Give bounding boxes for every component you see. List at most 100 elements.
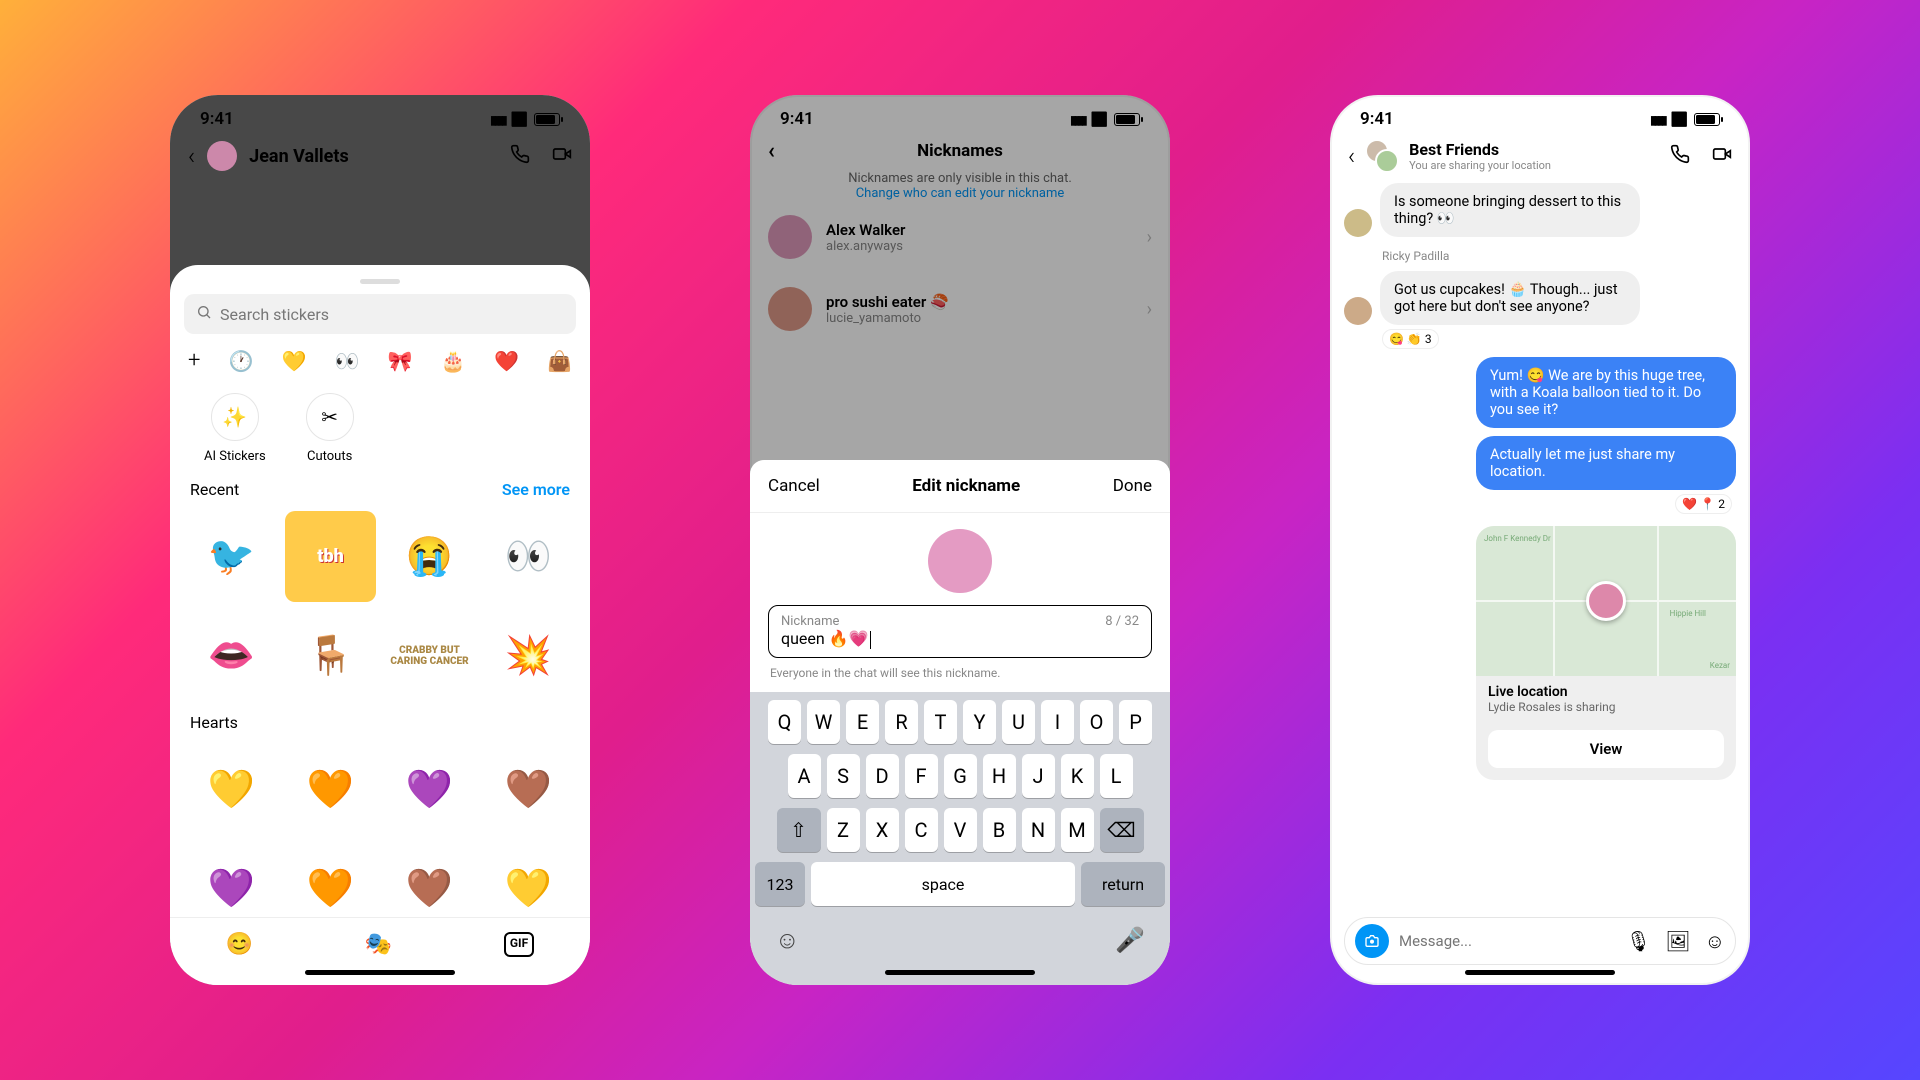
key-f[interactable]: F xyxy=(905,754,938,798)
call-icon[interactable] xyxy=(1670,144,1690,169)
key-q[interactable]: Q xyxy=(768,700,801,744)
home-indicator[interactable] xyxy=(885,970,1035,975)
key-h[interactable]: H xyxy=(983,754,1016,798)
key-b[interactable]: B xyxy=(983,808,1016,852)
key-e[interactable]: E xyxy=(846,700,879,744)
space-key[interactable]: space xyxy=(811,862,1075,906)
search-input[interactable]: Search stickers xyxy=(184,294,576,334)
tab-avatar[interactable]: 😊 xyxy=(226,932,253,957)
back-button[interactable]: ‹ xyxy=(188,142,195,170)
message-input[interactable] xyxy=(1399,932,1616,950)
shift-key[interactable]: ⇧ xyxy=(777,808,821,852)
tab-sticker[interactable]: 🎭 xyxy=(365,932,392,957)
key-i[interactable]: I xyxy=(1041,700,1074,744)
nickname-name: pro sushi eater 🍣 xyxy=(826,293,949,311)
category-icon[interactable]: 💛 xyxy=(282,349,307,373)
image-icon[interactable]: 🖼 xyxy=(1665,929,1690,954)
sheet-grabber[interactable] xyxy=(360,279,400,284)
cancel-button[interactable]: Cancel xyxy=(768,476,820,496)
tab-gif[interactable]: GIF xyxy=(504,932,534,957)
camera-button[interactable] xyxy=(1355,924,1389,958)
mic-icon[interactable]: 🎙 xyxy=(1626,929,1651,954)
key-m[interactable]: M xyxy=(1061,808,1094,852)
key-s[interactable]: S xyxy=(827,754,860,798)
key-c[interactable]: C xyxy=(905,808,938,852)
key-v[interactable]: V xyxy=(944,808,977,852)
sticker[interactable]: 💜 xyxy=(384,744,475,835)
message-reactions[interactable]: 😋 👏 3 xyxy=(1382,329,1439,349)
message-incoming[interactable]: Is someone bringing dessert to this thin… xyxy=(1344,183,1736,237)
key-a[interactable]: A xyxy=(788,754,821,798)
add-category-button[interactable]: + xyxy=(188,348,200,373)
sticker[interactable]: 👄 xyxy=(186,610,277,701)
nickname-input[interactable]: Nickname queen 🔥💗 8 / 32 xyxy=(768,605,1152,658)
nickname-row[interactable]: pro sushi eater 🍣 lucie_yamamoto › xyxy=(750,273,1170,345)
category-icon[interactable]: 👀 xyxy=(335,349,360,373)
key-n[interactable]: N xyxy=(1022,808,1055,852)
key-l[interactable]: L xyxy=(1100,754,1133,798)
backspace-key[interactable]: ⌫ xyxy=(1100,808,1144,852)
map-pin-icon xyxy=(1586,581,1626,621)
mic-key[interactable]: 🎤 xyxy=(1115,926,1145,955)
key-w[interactable]: W xyxy=(807,700,840,744)
call-icon[interactable] xyxy=(510,144,530,169)
back-button[interactable]: ‹ xyxy=(768,139,775,164)
sticker[interactable]: 🐦 xyxy=(186,511,277,602)
key-u[interactable]: U xyxy=(1002,700,1035,744)
view-location-button[interactable]: View xyxy=(1488,730,1724,768)
sticker[interactable]: 👀 xyxy=(483,511,574,602)
nickname-row[interactable]: Alex Walker alex.anyways › xyxy=(750,201,1170,273)
home-indicator[interactable] xyxy=(1465,970,1615,975)
wifi-icon xyxy=(1671,109,1688,129)
key-d[interactable]: D xyxy=(866,754,899,798)
key-y[interactable]: Y xyxy=(963,700,996,744)
message-incoming[interactable]: Got us cupcakes! 🧁 Though... just got he… xyxy=(1344,271,1736,325)
sticker[interactable]: 😭 xyxy=(384,511,475,602)
cutouts-button[interactable]: ✂ Cutouts xyxy=(306,393,354,464)
message-outgoing[interactable]: Yum! 😋 We are by this huge tree, with a … xyxy=(1476,357,1736,428)
key-o[interactable]: O xyxy=(1080,700,1113,744)
key-z[interactable]: Z xyxy=(827,808,860,852)
sticker[interactable]: 💥 xyxy=(483,610,574,701)
category-recent-icon[interactable]: 🕐 xyxy=(229,349,254,373)
message-outgoing[interactable]: Actually let me just share my location. xyxy=(1476,436,1736,490)
recent-stickers-grid: 🐦 tbh 😭 👀 👄 🪑 CRABBY BUTCARING CANCER 💥 xyxy=(184,505,576,707)
emoji-key[interactable]: ☺ xyxy=(775,926,800,955)
group-avatar[interactable] xyxy=(1365,139,1399,173)
return-key[interactable]: return xyxy=(1081,862,1165,906)
avatar[interactable] xyxy=(207,141,237,171)
field-value: queen 🔥💗 xyxy=(781,629,869,648)
key-r[interactable]: R xyxy=(885,700,918,744)
sticker[interactable]: tbh xyxy=(285,511,376,602)
chat-title[interactable]: Best Friends xyxy=(1409,140,1660,159)
see-more-link[interactable]: See more xyxy=(502,480,570,499)
key-x[interactable]: X xyxy=(866,808,899,852)
category-icon[interactable]: 👜 xyxy=(547,349,572,373)
key-k[interactable]: K xyxy=(1061,754,1094,798)
sticker[interactable]: CRABBY BUTCARING CANCER xyxy=(384,610,475,701)
message-reactions[interactable]: ❤️ 📍 2 xyxy=(1675,494,1732,514)
category-icon[interactable]: 🎀 xyxy=(388,349,413,373)
category-icon[interactable]: ❤️ xyxy=(494,349,519,373)
key-j[interactable]: J xyxy=(1022,754,1055,798)
numbers-key[interactable]: 123 xyxy=(755,862,805,906)
sticker[interactable]: 🧡 xyxy=(285,744,376,835)
sticker[interactable]: 🤎 xyxy=(483,744,574,835)
sticker[interactable]: 🪑 xyxy=(285,610,376,701)
chat-title[interactable]: Jean Vallets xyxy=(249,146,498,167)
home-indicator[interactable] xyxy=(305,970,455,975)
sticker-icon[interactable]: ☺ xyxy=(1705,929,1725,954)
video-icon[interactable] xyxy=(1712,144,1732,169)
done-button[interactable]: Done xyxy=(1113,476,1152,496)
location-card[interactable]: John F Kennedy Dr Hippie Hill Kezar Live… xyxy=(1476,526,1736,780)
sticker[interactable]: 💛 xyxy=(186,744,277,835)
back-button[interactable]: ‹ xyxy=(1348,142,1355,170)
ai-stickers-button[interactable]: ✨ AI Stickers xyxy=(204,393,266,464)
keyboard: QWERTYUIOP ASDFGHJKL ⇧ ZXCVBNM ⌫ 123 spa… xyxy=(750,692,1170,985)
key-p[interactable]: P xyxy=(1119,700,1152,744)
video-icon[interactable] xyxy=(552,144,572,169)
key-g[interactable]: G xyxy=(944,754,977,798)
category-icon[interactable]: 🎂 xyxy=(441,349,466,373)
key-t[interactable]: T xyxy=(924,700,957,744)
change-editors-link[interactable]: Change who can edit your nickname xyxy=(760,186,1160,201)
